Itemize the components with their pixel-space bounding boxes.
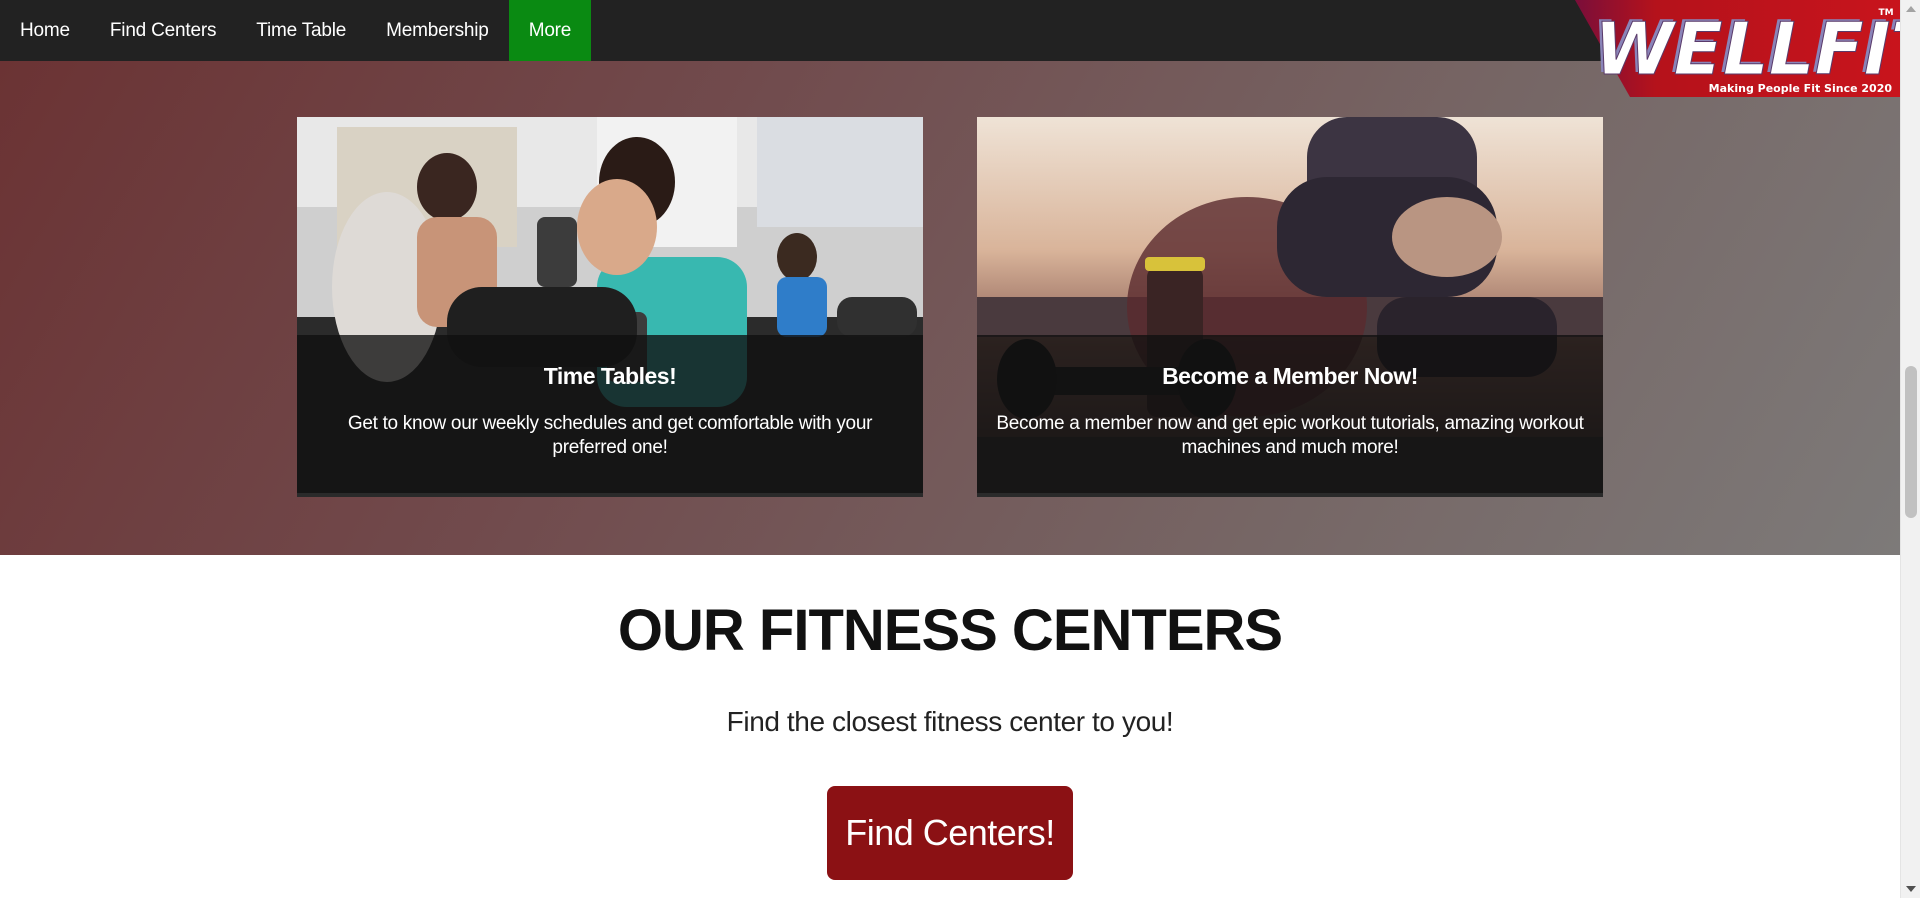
nav-item-home[interactable]: Home: [0, 0, 90, 61]
nav-item-time-table[interactable]: Time Table: [236, 0, 366, 61]
find-centers-button[interactable]: Find Centers!: [827, 786, 1073, 880]
time-tables-card[interactable]: Time Tables! Get to know our weekly sche…: [297, 117, 923, 497]
time-tables-caption: Time Tables! Get to know our weekly sche…: [297, 335, 923, 493]
card-title: Time Tables!: [543, 363, 677, 389]
wellfit-logo[interactable]: WELLFIT WELLFIT TM Making People Fit Sin…: [1575, 0, 1900, 97]
section-title: OUR FITNESS CENTERS: [617, 598, 1283, 663]
card-divider: [297, 493, 923, 497]
nav-item-membership[interactable]: Membership: [366, 0, 509, 61]
svg-text:Making People Fit Since 2020: Making People Fit Since 2020: [1709, 82, 1893, 95]
nav-item-more[interactable]: More: [508, 0, 592, 61]
scroll-thumb[interactable]: [1905, 366, 1917, 518]
membership-caption: Become a Member Now! Become a member now…: [977, 335, 1603, 493]
svg-text:TM: TM: [1878, 8, 1893, 18]
card-title: Become a Member Now!: [1162, 363, 1418, 389]
vertical-scrollbar[interactable]: [1900, 0, 1920, 898]
card-divider: [977, 493, 1603, 497]
svg-text:WELLFIT: WELLFIT: [1594, 7, 1900, 91]
scroll-up-arrow-icon[interactable]: [1906, 6, 1916, 12]
card-text: Become a member now and get epic workout…: [996, 413, 1584, 458]
scroll-down-arrow-icon[interactable]: [1906, 886, 1916, 892]
membership-card[interactable]: Become a Member Now! Become a member now…: [977, 117, 1603, 497]
section-subtitle: Find the closest fitness center to you!: [726, 706, 1174, 737]
nav-item-find-centers[interactable]: Find Centers: [90, 0, 236, 61]
card-text: Get to know our weekly schedules and get…: [347, 413, 873, 458]
hero-section: [0, 61, 1900, 555]
